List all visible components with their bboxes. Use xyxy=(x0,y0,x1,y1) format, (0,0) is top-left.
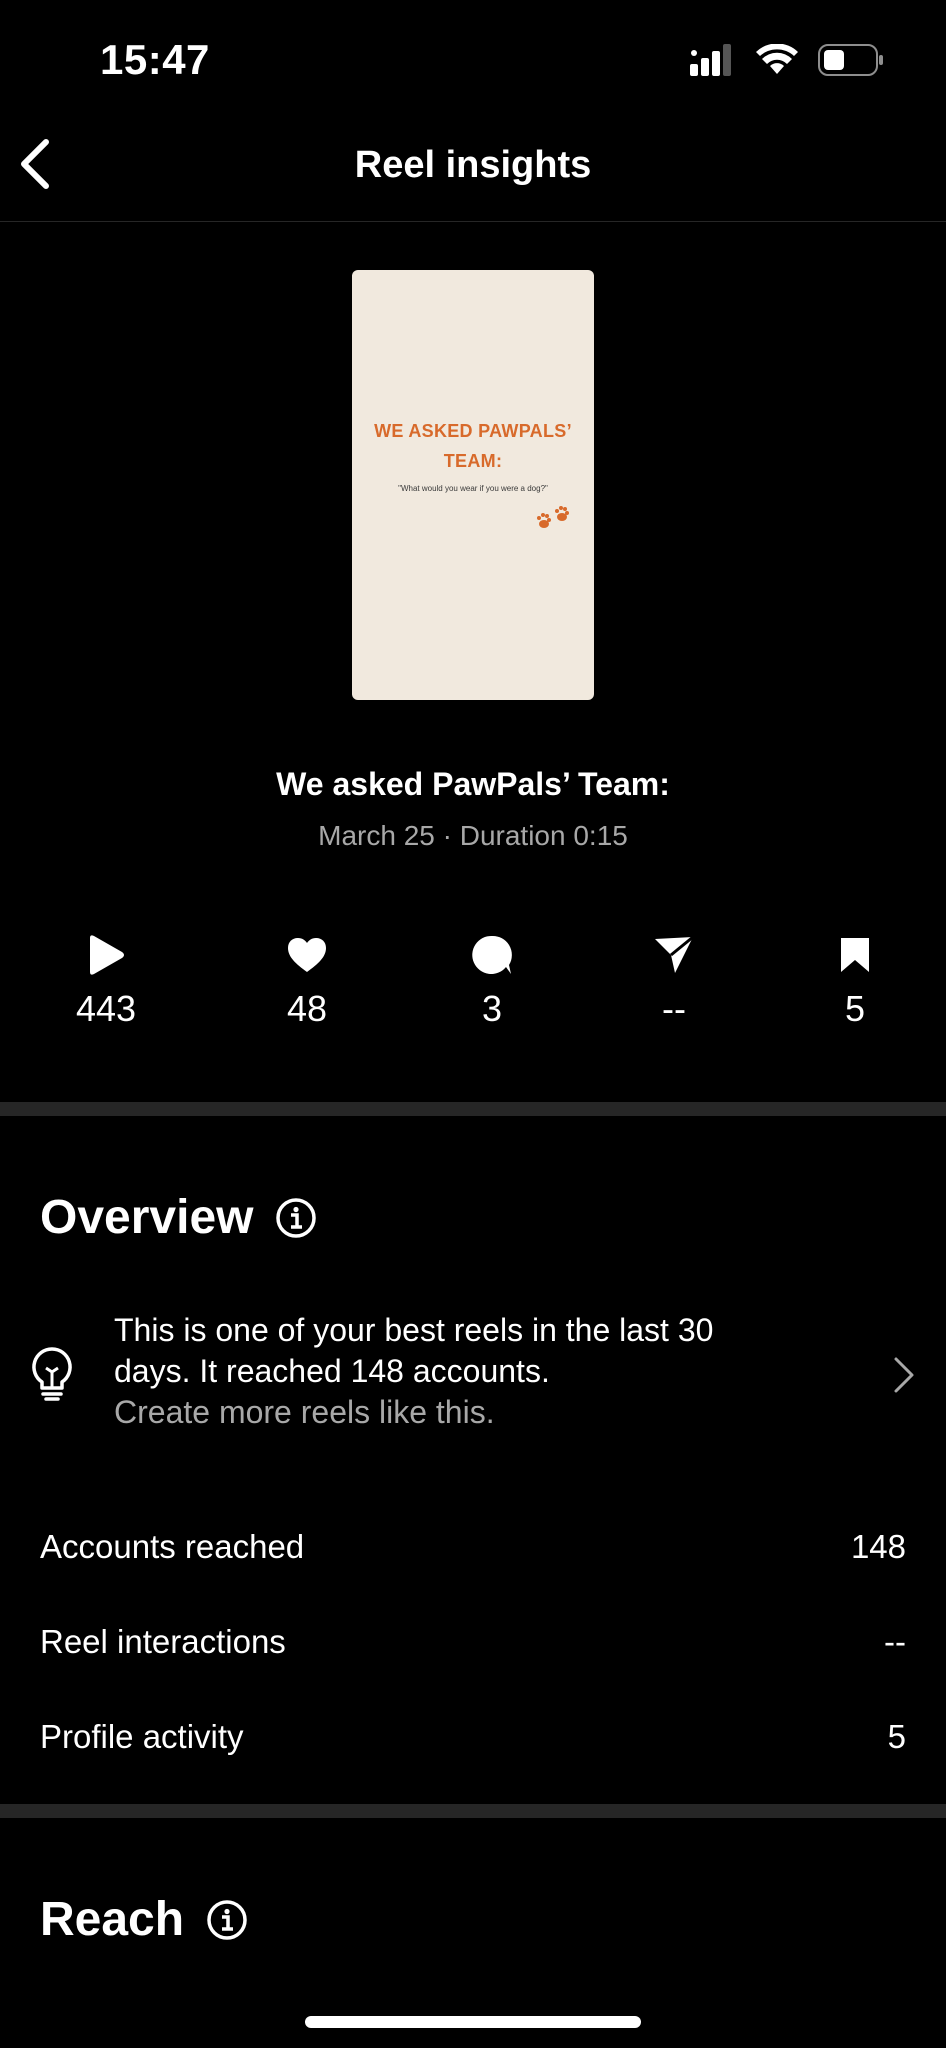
thumbnail-title-line2: TEAM: xyxy=(443,451,503,471)
status-time: 15:47 xyxy=(100,36,210,83)
stat-label: Profile activity xyxy=(40,1718,244,1755)
lightbulb-icon xyxy=(32,1347,72,1401)
overview-heading: Overview xyxy=(40,1190,317,1245)
insight-text: This is one of your best reels in the la… xyxy=(114,1310,814,1433)
metric-comments-value: 3 xyxy=(481,988,503,1029)
page-title: Reel insights xyxy=(354,144,592,186)
insight-row[interactable]: This is one of your best reels in the la… xyxy=(30,1310,916,1438)
chevron-right-icon xyxy=(894,1357,914,1393)
stat-row-reel-interactions[interactable]: Reel interactions -- xyxy=(40,1623,906,1661)
section-divider xyxy=(0,1102,946,1116)
stat-label: Reel interactions xyxy=(40,1623,286,1660)
send-icon xyxy=(655,935,694,973)
status-icons xyxy=(690,44,884,76)
insight-link[interactable]: Create more reels like this. xyxy=(114,1392,814,1433)
stat-value: 5 xyxy=(887,1718,906,1755)
battery-icon xyxy=(818,44,883,76)
reel-thumbnail[interactable]: WE ASKED PAWPALS’ TEAM: "What would you … xyxy=(352,270,594,700)
home-indicator xyxy=(305,2016,641,2028)
stat-label: Accounts reached xyxy=(40,1528,305,1565)
thumbnail-subtitle: "What would you wear if you were a dog?" xyxy=(398,484,548,493)
stat-row-profile-activity[interactable]: Profile activity 5 xyxy=(40,1718,906,1756)
metric-plays: 443 xyxy=(46,932,166,1030)
reel-meta: March 25 · Duration 0:15 xyxy=(318,820,628,851)
metric-comments: 3 xyxy=(432,932,552,1030)
overview-title: Overview xyxy=(40,1191,254,1244)
cellular-signal-icon xyxy=(690,44,731,76)
insight-line2: days. It reached 148 accounts. xyxy=(114,1353,550,1389)
metric-shares-value: -- xyxy=(662,988,686,1029)
bookmark-icon xyxy=(841,938,869,972)
info-icon[interactable] xyxy=(206,1899,248,1941)
insight-line1: This is one of your best reels in the la… xyxy=(114,1312,714,1348)
stat-value: 148 xyxy=(850,1528,906,1565)
stat-row-accounts-reached[interactable]: Accounts reached 148 xyxy=(40,1528,906,1566)
header-divider xyxy=(0,221,946,222)
metric-shares: -- xyxy=(614,932,734,1030)
play-icon xyxy=(90,935,124,975)
stat-value: -- xyxy=(884,1623,906,1660)
thumbnail-title: WE ASKED PAWPALS’ TEAM: xyxy=(352,416,594,476)
info-icon[interactable] xyxy=(275,1197,317,1239)
section-divider xyxy=(0,1804,946,1818)
heart-icon xyxy=(288,938,326,972)
wifi-icon xyxy=(756,44,798,74)
metric-likes-value: 48 xyxy=(286,988,328,1029)
metric-saves: 5 xyxy=(795,932,915,1030)
thumbnail-title-line1: WE ASKED PAWPALS’ xyxy=(374,421,572,441)
comment-icon xyxy=(472,935,512,974)
reel-title: We asked PawPals’ Team: xyxy=(276,766,670,802)
metric-likes: 48 xyxy=(247,932,367,1030)
paw-prints-icon xyxy=(537,506,569,528)
reach-title: Reach xyxy=(40,1893,185,1946)
metric-plays-value: 443 xyxy=(75,988,137,1029)
metric-saves-value: 5 xyxy=(844,988,866,1029)
reach-heading: Reach xyxy=(40,1892,248,1947)
